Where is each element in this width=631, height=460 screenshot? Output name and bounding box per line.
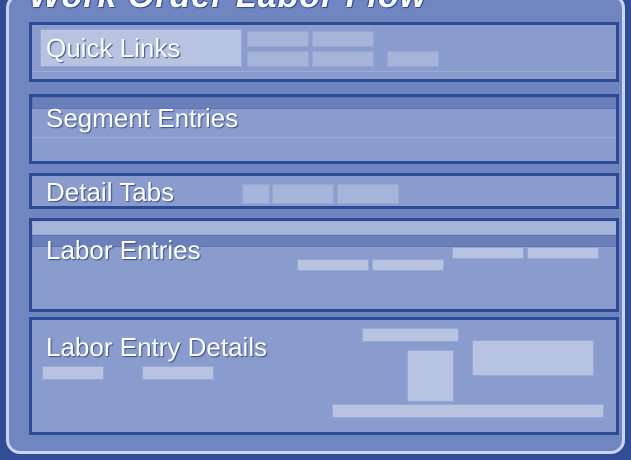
quick-links-label: Quick Links — [46, 33, 181, 63]
section-detail-tabs: Detail Tabs — [29, 173, 619, 209]
screenshot-tab — [272, 184, 334, 204]
screenshot-field — [142, 366, 214, 380]
screenshot-button — [387, 51, 439, 67]
screenshot-tab — [337, 184, 399, 204]
section-segment-entries: Segment Entries — [29, 94, 619, 164]
section-labor-entry-details: Labor Entry Details — [29, 317, 619, 435]
screenshot-divider — [32, 137, 616, 138]
labor-entry-details-label: Labor Entry Details — [46, 332, 268, 362]
screenshot-grid-cell — [527, 247, 599, 259]
screenshot-tab — [242, 184, 270, 204]
screenshot-divider — [32, 71, 616, 72]
screenshot-button — [312, 51, 374, 67]
screenshot-grid-cell — [297, 259, 369, 271]
screenshot-button — [247, 31, 309, 47]
labor-entries-label: Labor Entries — [46, 235, 201, 265]
screenshot-field — [472, 340, 594, 376]
screenshot-field — [42, 366, 104, 380]
screenshot-grid-cell — [372, 259, 444, 271]
screenshot-grid-header — [32, 221, 616, 235]
diagram-title: Work Order Labor Flow — [29, 0, 427, 16]
screenshot-field — [362, 328, 459, 342]
screenshot-field — [407, 350, 454, 402]
screenshot-grid-cell — [452, 247, 524, 259]
segment-entries-label: Segment Entries — [46, 103, 239, 133]
screenshot-field — [332, 404, 604, 418]
detail-tabs-label: Detail Tabs — [46, 177, 175, 207]
section-labor-entries: Labor Entries — [29, 218, 619, 312]
diagram-panel: Work Order Labor Flow Quick Links Segmen… — [6, 0, 625, 454]
screenshot-button — [312, 31, 374, 47]
section-quick-links: Quick Links — [29, 22, 619, 82]
screenshot-button — [247, 51, 309, 67]
